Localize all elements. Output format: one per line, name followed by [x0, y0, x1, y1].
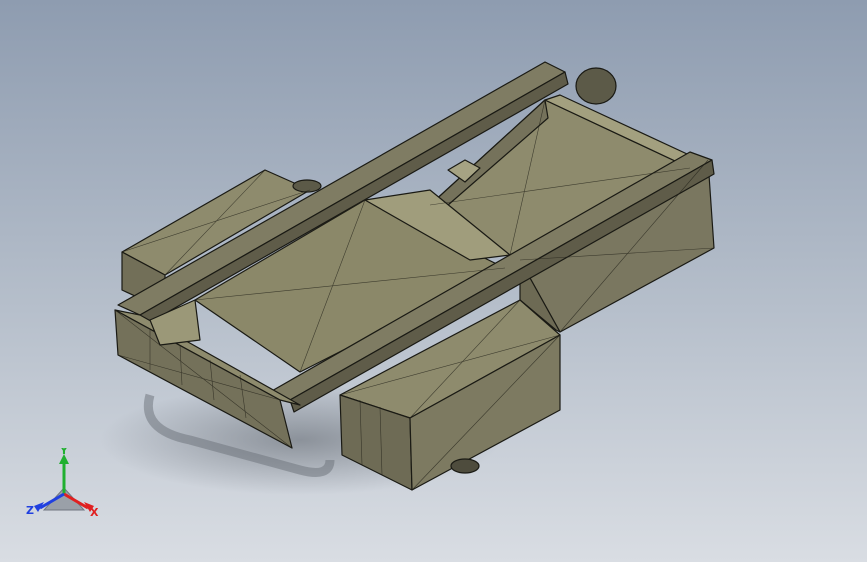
triad-icon[interactable]: Y X Z — [24, 444, 104, 528]
x-axis-label: X — [90, 506, 99, 519]
z-axis-label: Z — [26, 504, 34, 517]
graphics-viewport[interactable]: Y X Z — [0, 0, 867, 562]
front-box-cylinder — [450, 458, 480, 474]
triad-graphic: Y X Z — [26, 444, 99, 519]
y-axis-label: Y — [59, 448, 69, 457]
rear-cylinder — [575, 67, 617, 105]
cad-model[interactable] — [0, 0, 867, 562]
left-back-cylinder — [292, 179, 322, 193]
